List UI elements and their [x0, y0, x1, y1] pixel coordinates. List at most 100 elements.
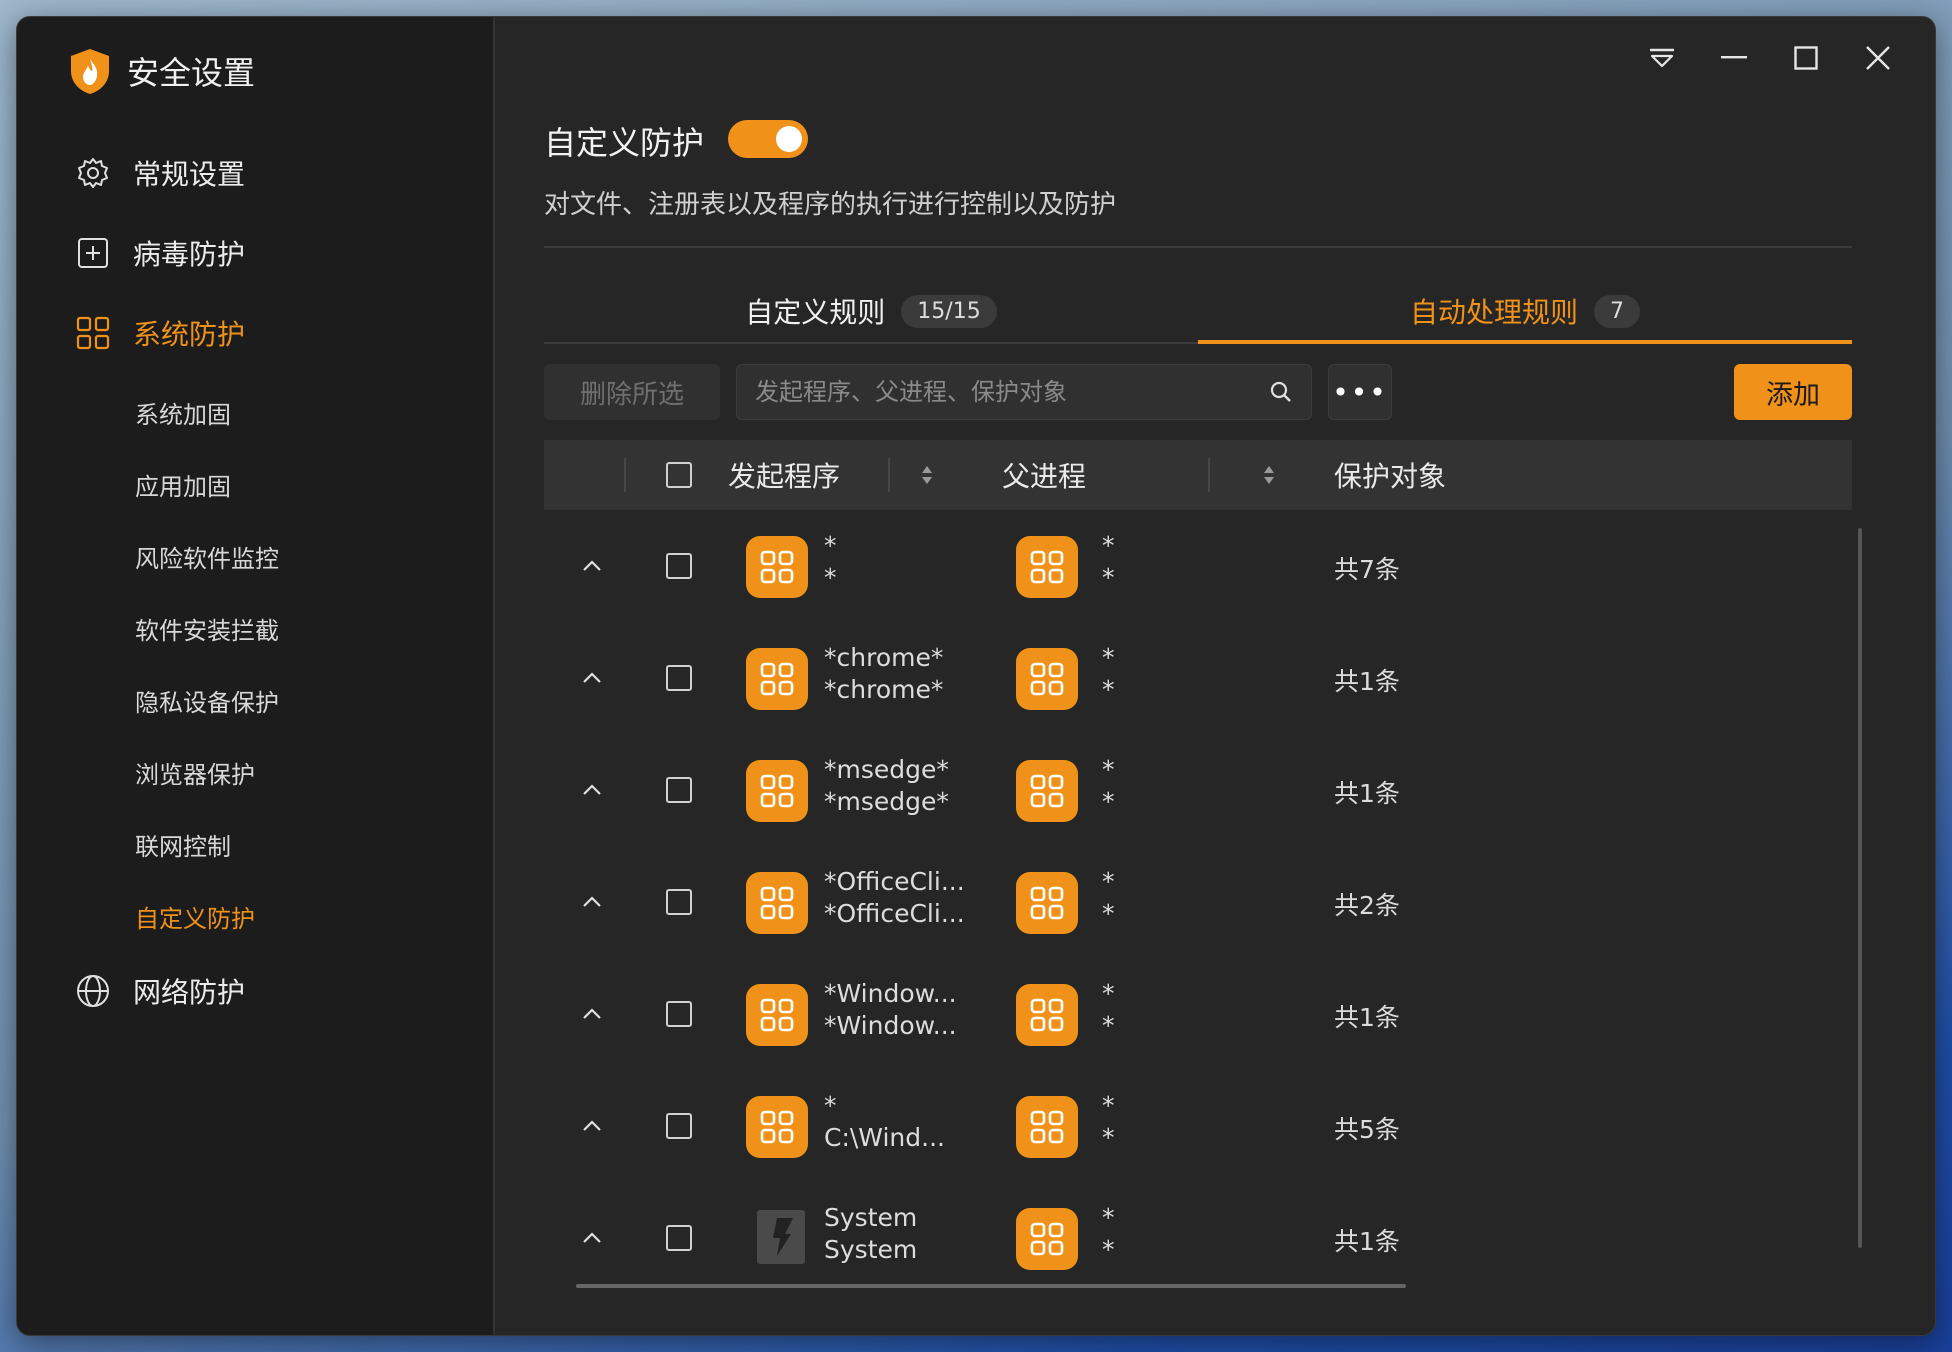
sort-icon[interactable] [922, 466, 933, 484]
globe-icon [75, 973, 111, 1009]
app-grid-icon [1016, 1208, 1078, 1270]
table-row[interactable]: *OfficeCli... *OfficeCli... * * 共2条 [544, 848, 1852, 960]
header-divider [544, 246, 1852, 248]
expand-row-button[interactable] [578, 664, 606, 692]
row-checkbox[interactable] [666, 553, 692, 579]
sidebar-sub-item-browser[interactable]: 浏览器保护 [135, 755, 255, 790]
parent-path: * [1102, 563, 1115, 592]
sidebar-item-label: 网络防护 [133, 976, 246, 1009]
table-row[interactable]: *Window... *Window... * * 共1条 [544, 960, 1852, 1072]
initiator-path: *Window... [824, 1011, 957, 1040]
column-header-parent[interactable]: 父进程 [1002, 440, 1275, 510]
initiator-path: *msedge* [824, 787, 949, 816]
tab-label: 自定义规则 [745, 296, 886, 329]
sidebar-sub-item-system-hardening[interactable]: 系统加固 [135, 395, 231, 430]
table-body: * * * * 共7条 *chrome* *chrome* * * 共1条 *m… [544, 512, 1852, 1292]
menu-dropdown-icon [1650, 48, 1674, 68]
search-box [736, 364, 1312, 420]
sidebar-item-system[interactable]: 系统防护 [75, 313, 245, 353]
column-header-initiator[interactable]: 发起程序 [728, 440, 933, 510]
chevron-up-icon [583, 1008, 601, 1019]
protected-object-count: 共1条 [1334, 667, 1400, 696]
column-header-protected-object: 保护对象 [1334, 440, 1446, 510]
more-options-button[interactable]: ••• [1328, 364, 1392, 420]
app-title: 安全设置 [127, 54, 256, 92]
expand-row-button[interactable] [578, 552, 606, 580]
sidebar-item-general[interactable]: 常规设置 [75, 153, 245, 193]
horizontal-scrollbar[interactable] [576, 1284, 1406, 1288]
sidebar-sub-item-privacy-device[interactable]: 隐私设备保护 [135, 683, 279, 718]
sidebar-item-network[interactable]: 网络防护 [75, 971, 245, 1011]
chevron-up-icon [583, 896, 601, 907]
table-row[interactable]: *chrome* *chrome* * * 共1条 [544, 624, 1852, 736]
protected-object-count: 共1条 [1334, 1227, 1400, 1256]
select-all-checkbox[interactable] [666, 462, 692, 488]
gear-icon [75, 155, 111, 191]
search-icon[interactable] [1269, 380, 1293, 404]
sidebar-item-virus[interactable]: 病毒防护 [75, 233, 245, 273]
sidebar-sub-item-network-control[interactable]: 联网控制 [135, 827, 231, 862]
sidebar-item-label: 常规设置 [133, 158, 246, 191]
table-row[interactable]: System System * * 共1条 [544, 1184, 1852, 1296]
parent-path: * [1102, 1011, 1115, 1040]
expand-row-button[interactable] [578, 776, 606, 804]
search-input[interactable] [755, 378, 1269, 406]
column-label: 父进程 [1002, 460, 1087, 493]
protected-object-count: 共2条 [1334, 891, 1400, 920]
initiator-path: *OfficeCli... [824, 899, 965, 928]
initiator-path: * [824, 563, 837, 592]
table-row[interactable]: * C:\Wind... * * 共5条 [544, 1072, 1852, 1184]
minimize-button[interactable] [1710, 34, 1758, 82]
table-row[interactable]: *msedge* *msedge* * * 共1条 [544, 736, 1852, 848]
chevron-up-icon [583, 560, 601, 571]
parent-path: * [1102, 675, 1115, 704]
app-grid-icon [1016, 872, 1078, 934]
menu-dropdown-button[interactable] [1638, 34, 1686, 82]
app-grid-icon [1016, 648, 1078, 710]
table-row[interactable]: * * * * 共7条 [544, 512, 1852, 624]
app-grid-icon [1016, 760, 1078, 822]
maximize-icon [1794, 46, 1818, 70]
page-title: 自定义防护 [544, 124, 705, 162]
sort-icon[interactable] [1264, 466, 1275, 484]
initiator-path: System [824, 1235, 918, 1264]
sidebar-sub-item-custom-protection[interactable]: 自定义防护 [135, 899, 255, 934]
add-button[interactable]: 添加 [1734, 364, 1852, 420]
sidebar-sub-item-risk-software[interactable]: 风险软件监控 [135, 539, 279, 574]
row-checkbox[interactable] [666, 1001, 692, 1027]
column-separator [1208, 458, 1210, 492]
row-checkbox[interactable] [666, 665, 692, 691]
tab-auto-rules[interactable]: 自动处理规则 7 [1198, 280, 1852, 344]
protected-object-count: 共1条 [1334, 1003, 1400, 1032]
delete-selected-button[interactable]: 删除所选 [544, 364, 720, 420]
expand-row-button[interactable] [578, 1224, 606, 1252]
custom-protection-toggle[interactable] [728, 120, 808, 158]
page-description: 对文件、注册表以及程序的执行进行控制以及防护 [544, 190, 1117, 220]
expand-row-button[interactable] [578, 1000, 606, 1028]
expand-row-button[interactable] [578, 1112, 606, 1140]
app-grid-icon [1016, 984, 1078, 1046]
sidebar-sub-item-install-block[interactable]: 软件安装拦截 [135, 611, 279, 646]
maximize-button[interactable] [1782, 34, 1830, 82]
table-header: 发起程序 父进程 保护对象 [544, 440, 1852, 510]
protected-object-count: 共1条 [1334, 779, 1400, 808]
expand-row-button[interactable] [578, 888, 606, 916]
initiator-path: *chrome* [824, 675, 944, 704]
row-checkbox[interactable] [666, 1225, 692, 1251]
vertical-scrollbar[interactable] [1858, 528, 1862, 1248]
row-checkbox[interactable] [666, 777, 692, 803]
parent-path: * [1102, 899, 1115, 928]
protected-object-count: 共5条 [1334, 1115, 1400, 1144]
close-button[interactable] [1854, 34, 1902, 82]
app-title-bar: 安全设置 [69, 47, 255, 95]
app-grid-icon [746, 984, 808, 1046]
initiator-path: C:\Wind... [824, 1123, 945, 1152]
row-checkbox[interactable] [666, 889, 692, 915]
tab-custom-rules[interactable]: 自定义规则 15/15 [544, 280, 1198, 342]
row-checkbox[interactable] [666, 1113, 692, 1139]
sidebar-sub-item-app-hardening[interactable]: 应用加固 [135, 467, 231, 502]
protected-object-count: 共7条 [1334, 555, 1400, 584]
sidebar: 安全设置 常规设置 病毒防护 系统防护 系统加固 应用加固 风险软件监控 软件安… [17, 17, 495, 1335]
sidebar-item-label: 系统防护 [133, 318, 246, 351]
parent-path: * [1102, 1123, 1115, 1152]
